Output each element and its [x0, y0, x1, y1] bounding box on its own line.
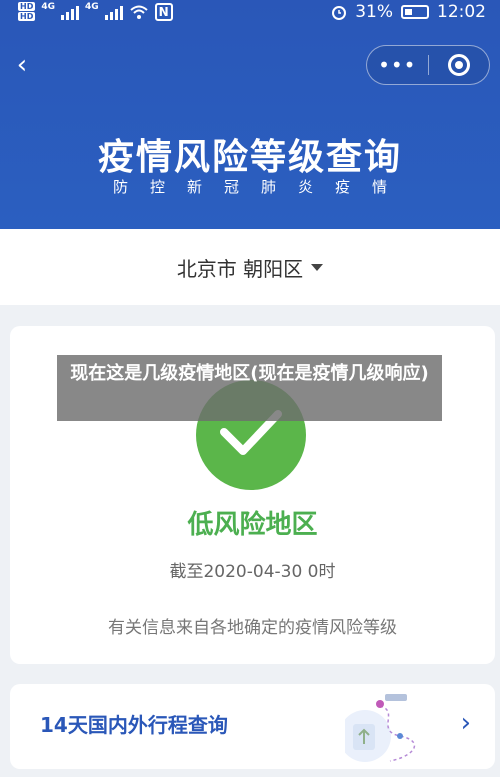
miniprogram-capsule: ••• [366, 45, 490, 85]
header-banner: HD HD 4G 4G N 31% 12:02 ‹ ••• 疫情风险等级查询 防… [0, 0, 500, 229]
more-options-button[interactable]: ••• [367, 53, 428, 77]
wifi-icon [129, 5, 148, 19]
signal-icon [61, 4, 79, 20]
as-of-date: 截至2020-04-30 0时 [169, 562, 336, 582]
network-type-2: 4G [85, 2, 99, 12]
data-source-note: 有关信息来自各地确定的疫情风险等级 [108, 618, 397, 638]
page-subtitle: 防控新冠肺炎疫情 [112, 178, 409, 196]
battery-icon [401, 5, 429, 19]
trip-query-label: 14天国内外行程查询 [40, 713, 228, 737]
caption-overlay: 现在这是几级疫情地区(现在是疫情几级响应) [57, 355, 442, 421]
network-type-1: 4G [41, 2, 55, 12]
close-ring-icon [447, 54, 470, 76]
status-bar: HD HD 4G 4G N 31% 12:02 [0, 0, 500, 28]
signal-icon-2 [104, 4, 123, 20]
nfc-icon: N [154, 3, 173, 21]
region-selector[interactable]: 北京市 朝阳区 [0, 229, 500, 305]
page-title: 疫情风险等级查询 [97, 137, 402, 178]
chevron-down-icon [311, 263, 324, 271]
hd-badge-1: HD [18, 2, 36, 11]
risk-level-text: 低风险地区 [187, 510, 318, 540]
hd-indicator: HD HD [18, 2, 36, 22]
route-map-icon [345, 694, 416, 762]
hd-badge-2: HD [18, 12, 36, 21]
back-button[interactable]: ‹ [8, 50, 36, 80]
chevron-right-icon: › [460, 708, 471, 738]
trip-query-card[interactable]: 14天国内外行程查询 › [10, 684, 495, 769]
clock-time: 12:02 [437, 2, 486, 22]
region-label: 北京市 朝阳区 [176, 256, 304, 281]
close-miniprogram-button[interactable] [428, 54, 489, 76]
battery-percent: 31% [355, 2, 393, 22]
alarm-icon [332, 6, 347, 20]
